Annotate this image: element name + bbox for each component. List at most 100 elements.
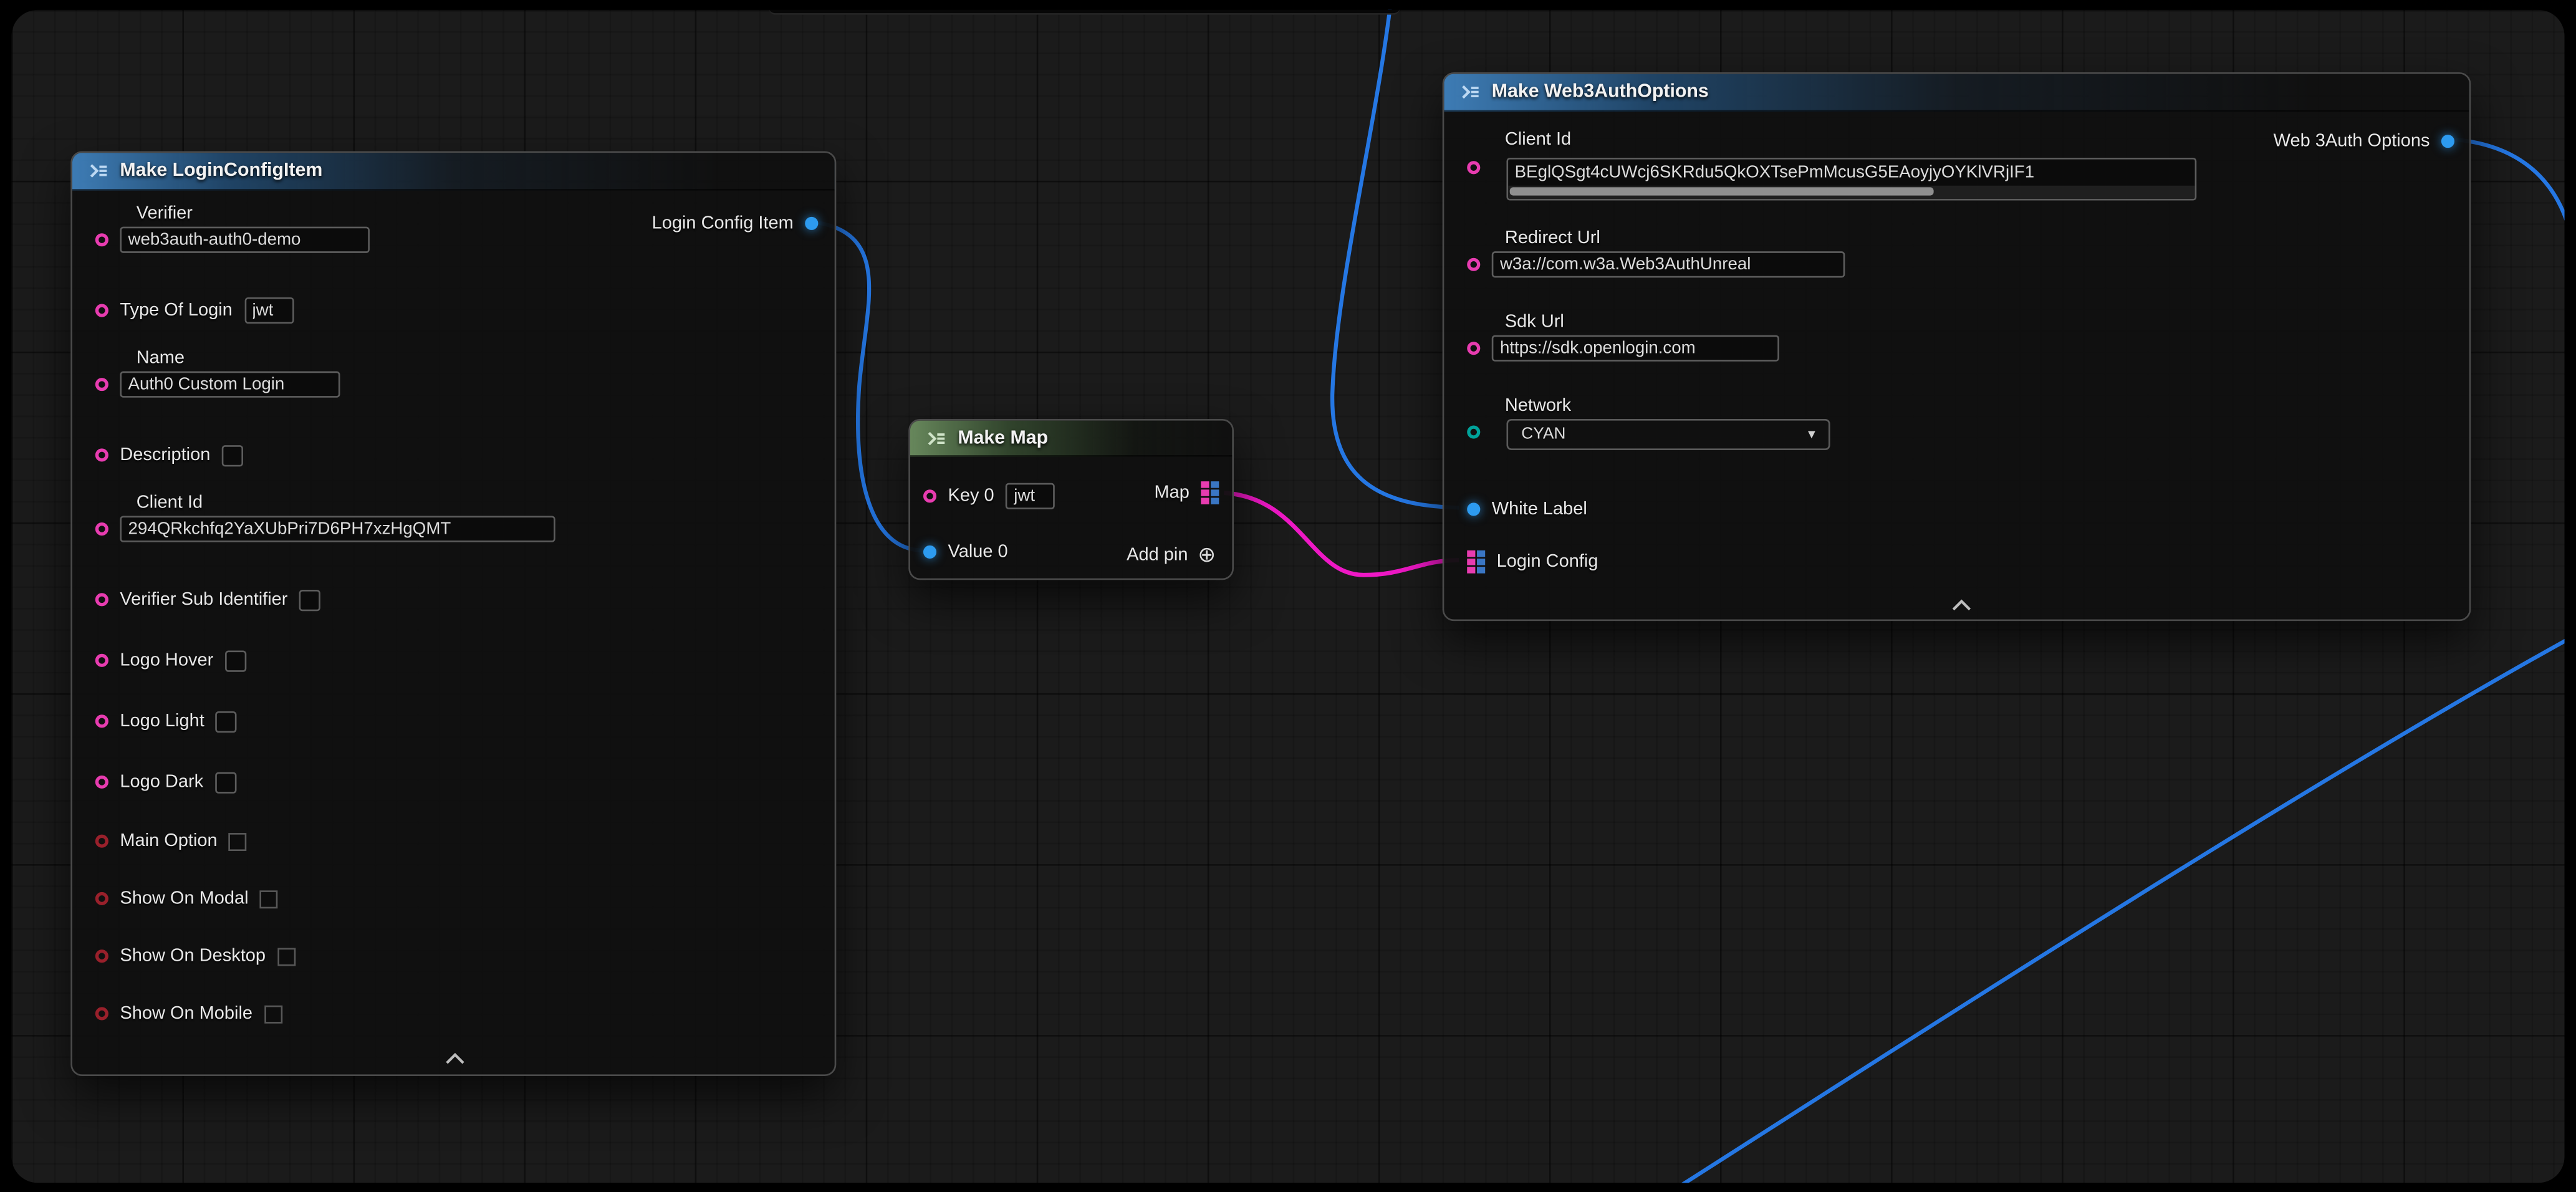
redirect-url-input[interactable] bbox=[1492, 251, 1845, 277]
name-label: Name bbox=[137, 348, 185, 370]
name-pin[interactable] bbox=[95, 378, 108, 391]
logo-hover-input[interactable] bbox=[225, 650, 246, 671]
verifier-label: Verifier bbox=[137, 204, 193, 225]
chevron-up-icon bbox=[1950, 597, 1973, 610]
client-id-value: BEglQSgt4cUWcj6SKRdu5QkOXTsePmMcusG5EAoy… bbox=[1508, 160, 2195, 186]
show-on-modal-checkbox[interactable] bbox=[260, 890, 278, 908]
make-struct-icon bbox=[1461, 82, 1481, 102]
map-pin-cell bbox=[1211, 497, 1219, 504]
client-id-scrollbar[interactable] bbox=[1508, 186, 2195, 199]
add-pin-label: Add pin bbox=[1127, 545, 1188, 565]
logo-light-input[interactable] bbox=[216, 711, 237, 732]
node-make-loginconfigitem[interactable]: Make LoginConfigItem Login Config Item V… bbox=[70, 151, 836, 1076]
screenshot-root: Make LoginConfigItem Login Config Item V… bbox=[0, 0, 2576, 1192]
node-make-map[interactable]: Make Map Key 0 Map Value 0 Add pin ⊕ bbox=[908, 419, 1234, 580]
logo-hover-label: Logo Hover bbox=[120, 651, 213, 671]
show-on-mobile-checkbox[interactable] bbox=[264, 1004, 282, 1022]
white-label-pin[interactable] bbox=[1467, 502, 1480, 516]
show-on-desktop-label: Show On Desktop bbox=[120, 946, 266, 966]
make-struct-icon bbox=[89, 161, 108, 181]
map-pin-cell bbox=[1201, 497, 1209, 504]
wire-diagonal-bottom-right[interactable] bbox=[1660, 628, 2565, 1183]
verifier-sub-identifier-pin[interactable] bbox=[95, 593, 108, 606]
map-pin-cell bbox=[1467, 559, 1475, 565]
collapse-node-button[interactable] bbox=[444, 1050, 467, 1065]
sdk-url-input[interactable] bbox=[1492, 335, 1779, 362]
node-title: Make Web3AuthOptions bbox=[1492, 82, 1709, 102]
blueprint-viewport: Make LoginConfigItem Login Config Item V… bbox=[0, 0, 2576, 1192]
type-of-login-pin[interactable] bbox=[95, 304, 108, 317]
map-pin-cell bbox=[1201, 481, 1209, 488]
key-0-input[interactable] bbox=[1006, 483, 1055, 509]
redirect-url-pin[interactable] bbox=[1467, 258, 1480, 271]
show-on-desktop-pin[interactable] bbox=[95, 949, 108, 963]
output-label-web3auth-options: Web 3Auth Options bbox=[2274, 132, 2430, 151]
verifier-pin[interactable] bbox=[95, 233, 108, 246]
node-header-make-loginconfigitem[interactable]: Make LoginConfigItem bbox=[72, 153, 835, 191]
verifier-sub-identifier-label: Verifier Sub Identifier bbox=[120, 590, 287, 610]
key-0-pin[interactable] bbox=[923, 489, 936, 502]
wire-web3auth-options-output[interactable] bbox=[2456, 140, 2565, 339]
description-pin[interactable] bbox=[95, 448, 108, 461]
logo-hover-pin[interactable] bbox=[95, 654, 108, 667]
main-option-pin[interactable] bbox=[95, 835, 108, 848]
wire-top-to-white-label[interactable] bbox=[1332, 10, 1459, 507]
redirect-url-label: Redirect Url bbox=[1505, 228, 1600, 249]
add-pin-button[interactable]: Add pin ⊕ bbox=[1127, 544, 1216, 565]
map-pin-cell bbox=[1477, 550, 1485, 557]
offscreen-node-edge[interactable] bbox=[769, 10, 1400, 15]
node-header-make-web3authoptions[interactable]: Make Web3AuthOptions bbox=[1444, 74, 2469, 112]
description-label: Description bbox=[120, 445, 210, 465]
show-on-mobile-pin[interactable] bbox=[95, 1007, 108, 1020]
key-0-label: Key 0 bbox=[948, 486, 994, 506]
logo-dark-label: Logo Dark bbox=[120, 772, 203, 792]
client-id-scroll-thumb[interactable] bbox=[1510, 187, 1934, 195]
show-on-modal-pin[interactable] bbox=[95, 892, 108, 905]
graph-canvas[interactable]: Make LoginConfigItem Login Config Item V… bbox=[11, 10, 2564, 1183]
type-of-login-input[interactable] bbox=[244, 297, 293, 324]
show-on-mobile-label: Show On Mobile bbox=[120, 1004, 252, 1024]
network-select[interactable]: CYAN ▾ bbox=[1506, 419, 1830, 450]
sdk-url-pin[interactable] bbox=[1467, 342, 1480, 355]
show-on-modal-label: Show On Modal bbox=[120, 889, 248, 909]
map-pin-cell bbox=[1477, 567, 1485, 574]
chevron-down-icon: ▾ bbox=[1808, 426, 1815, 444]
map-pin-cell bbox=[1211, 489, 1219, 496]
map-pin-cell bbox=[1211, 481, 1219, 488]
node-make-web3authoptions[interactable]: Make Web3AuthOptions Web 3Auth Options C… bbox=[1443, 72, 2471, 621]
network-label: Network bbox=[1505, 396, 1571, 417]
chevron-up-icon bbox=[444, 1050, 467, 1064]
logo-light-label: Logo Light bbox=[120, 711, 204, 731]
name-input[interactable] bbox=[120, 372, 340, 398]
description-input[interactable] bbox=[222, 445, 243, 466]
network-pin[interactable] bbox=[1467, 426, 1480, 439]
client-id-pin[interactable] bbox=[95, 522, 108, 536]
output-pin-login-config-item[interactable] bbox=[805, 217, 818, 230]
map-pin-cell bbox=[1467, 567, 1475, 574]
verifier-input[interactable] bbox=[120, 227, 370, 253]
map-output-pin[interactable] bbox=[1201, 481, 1219, 504]
client-id-input[interactable]: BEglQSgt4cUWcj6SKRdu5QkOXTsePmMcusG5EAoy… bbox=[1506, 158, 2196, 201]
logo-dark-pin[interactable] bbox=[95, 776, 108, 789]
main-option-checkbox[interactable] bbox=[229, 832, 247, 850]
client-id-pin[interactable] bbox=[1467, 161, 1480, 174]
node-header-make-map[interactable]: Make Map bbox=[910, 421, 1232, 457]
node-title: Make Map bbox=[958, 428, 1048, 448]
make-map-icon bbox=[926, 428, 946, 448]
logo-light-pin[interactable] bbox=[95, 714, 108, 728]
value-0-pin[interactable] bbox=[923, 546, 936, 559]
client-id-label: Client Id bbox=[1505, 130, 1571, 151]
show-on-desktop-checkbox[interactable] bbox=[277, 947, 295, 965]
network-selected-value: CYAN bbox=[1521, 426, 1565, 444]
collapse-node-button[interactable] bbox=[1950, 597, 1973, 612]
verifier-sub-identifier-input[interactable] bbox=[299, 589, 320, 610]
map-pin-cell bbox=[1467, 550, 1475, 557]
logo-dark-input[interactable] bbox=[215, 771, 236, 792]
output-pin-web3auth-options[interactable] bbox=[2441, 135, 2454, 148]
client-id-input[interactable] bbox=[120, 516, 555, 542]
value-0-label: Value 0 bbox=[948, 542, 1008, 562]
white-label-label: White Label bbox=[1492, 499, 1587, 519]
map-pin-cell bbox=[1477, 559, 1485, 565]
output-label-login-config-item: Login Config Item bbox=[652, 214, 794, 234]
login-config-pin[interactable] bbox=[1467, 550, 1485, 574]
